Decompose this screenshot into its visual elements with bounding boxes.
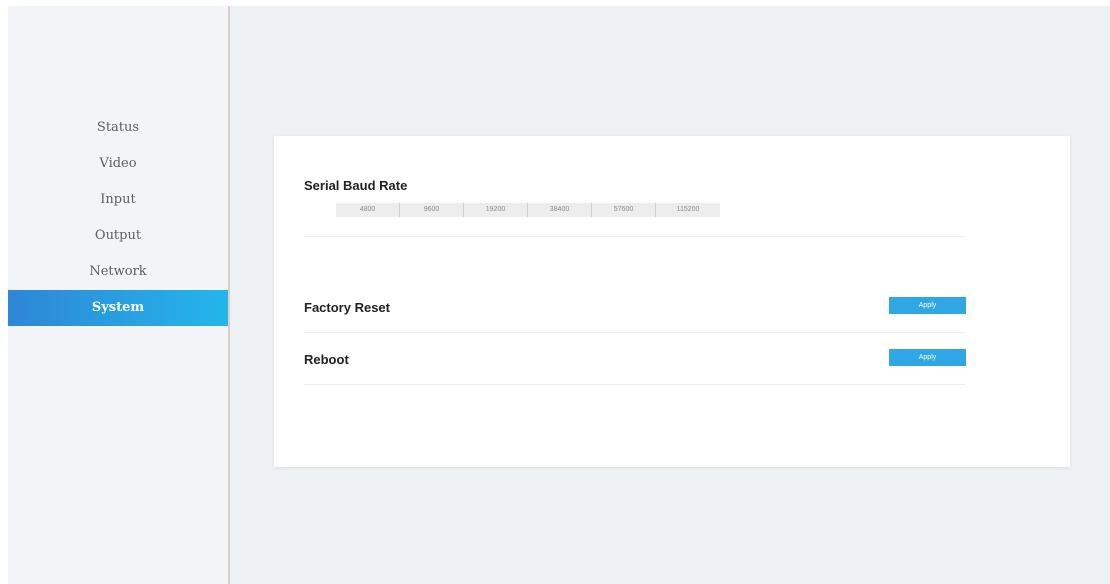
factory-reset-title: Factory Reset [304, 300, 390, 315]
sidebar: Status Video Input Output Network System [8, 6, 228, 584]
baud-option-38400[interactable]: 38400 [528, 203, 592, 217]
sidebar-item-system[interactable]: System [8, 290, 228, 326]
reboot-apply-button[interactable]: Apply [889, 349, 966, 366]
sidebar-item-video[interactable]: Video [8, 146, 228, 182]
app-window: Status Video Input Output Network System… [0, 0, 1110, 584]
sidebar-item-network[interactable]: Network [8, 254, 228, 290]
serial-baud-rate-title: Serial Baud Rate [304, 178, 408, 193]
section-divider [304, 384, 965, 385]
sidebar-item-output[interactable]: Output [8, 218, 228, 254]
baud-rate-selector: 4800 9600 19200 38400 57600 115200 [336, 203, 720, 217]
reboot-title: Reboot [304, 352, 349, 367]
baud-option-4800[interactable]: 4800 [336, 203, 400, 217]
sidebar-item-input[interactable]: Input [8, 182, 228, 218]
sidebar-item-status[interactable]: Status [8, 110, 228, 146]
baud-option-9600[interactable]: 9600 [400, 203, 464, 217]
section-divider [304, 332, 965, 333]
baud-option-115200[interactable]: 115200 [656, 203, 720, 217]
baud-option-19200[interactable]: 19200 [464, 203, 528, 217]
sidebar-nav: Status Video Input Output Network System [8, 110, 228, 326]
section-divider [304, 236, 965, 237]
baud-option-57600[interactable]: 57600 [592, 203, 656, 217]
factory-reset-apply-button[interactable]: Apply [889, 297, 966, 314]
system-settings-card: Serial Baud Rate 4800 9600 19200 38400 5… [274, 136, 1070, 467]
main-content: Serial Baud Rate 4800 9600 19200 38400 5… [230, 6, 1110, 584]
